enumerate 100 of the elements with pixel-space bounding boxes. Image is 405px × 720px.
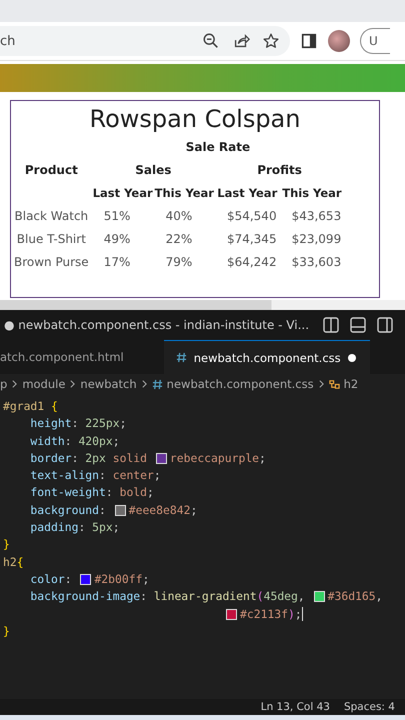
css-value: #eee8e842 bbox=[128, 502, 190, 519]
color-swatch[interactable] bbox=[80, 574, 92, 586]
css-selector: h2 bbox=[3, 554, 17, 571]
css-property: border bbox=[29, 450, 72, 467]
chevron-icon bbox=[11, 379, 18, 389]
punctuation: : bbox=[72, 450, 80, 467]
number-value: 2px bbox=[85, 450, 107, 467]
status-item[interactable]: Ln 13, Col 43 bbox=[260, 701, 330, 713]
breadcrumb-item[interactable]: module bbox=[22, 377, 66, 391]
table-cell-text: $43,653 bbox=[290, 208, 342, 224]
css-property: color bbox=[29, 570, 65, 588]
punctuation: : bbox=[140, 588, 148, 606]
css-property: background-image bbox=[29, 588, 140, 606]
table-cell-text: Black Watch bbox=[14, 208, 90, 224]
css-value: center bbox=[112, 467, 154, 484]
table-cell-text: $54,540 bbox=[226, 208, 278, 224]
table-cell-text: 49% bbox=[102, 230, 132, 248]
column-header: Profits bbox=[256, 162, 303, 178]
punctuation: : bbox=[78, 519, 86, 536]
color-swatch[interactable] bbox=[226, 608, 237, 620]
horizontal-scrollbar[interactable] bbox=[0, 300, 405, 310]
profile-avatar[interactable] bbox=[328, 30, 350, 52]
color-swatch[interactable] bbox=[114, 504, 126, 516]
brace: { bbox=[16, 554, 24, 571]
chevron-icon bbox=[318, 379, 325, 389]
brace: } bbox=[3, 536, 10, 554]
css-value: #c2113f bbox=[240, 606, 288, 623]
css-value: #36d165 bbox=[328, 588, 376, 606]
status-item[interactable]: Spaces: 4 bbox=[344, 701, 395, 713]
number-value: 5px bbox=[92, 519, 113, 536]
css-value: rebeccapurple bbox=[170, 450, 260, 467]
brace: } bbox=[3, 622, 10, 640]
window-title: ● newbatch.component.css - indian-institute - Vi... bbox=[4, 318, 310, 332]
punctuation: ; bbox=[120, 415, 126, 432]
css-property: font-weight bbox=[29, 484, 106, 502]
css-property: text-align bbox=[29, 467, 100, 484]
punctuation: : bbox=[64, 570, 73, 588]
css-property: width bbox=[29, 432, 65, 450]
column-header: Sales bbox=[134, 162, 172, 178]
split-layout-icon[interactable] bbox=[322, 316, 340, 334]
table-cell-text: 22% bbox=[164, 230, 194, 248]
zoom-out-icon[interactable] bbox=[202, 32, 220, 50]
punctuation: : bbox=[106, 484, 114, 502]
punctuation: : bbox=[72, 415, 80, 432]
panel-layout-icon[interactable] bbox=[349, 316, 368, 334]
column-header: Last Year bbox=[216, 184, 278, 202]
punctuation: ; bbox=[190, 502, 198, 519]
parenthesis: ( bbox=[256, 588, 264, 606]
table-cell-text: Brown Purse bbox=[13, 254, 90, 270]
punctuation: : bbox=[99, 502, 107, 519]
address-bar[interactable]: ch bbox=[0, 26, 290, 56]
star-icon[interactable] bbox=[262, 32, 280, 50]
table-cell-text: 79% bbox=[164, 254, 194, 270]
breadcrumb-item[interactable]: p bbox=[0, 377, 8, 391]
column-group-header: Sale Rate bbox=[184, 138, 252, 156]
column-header: This Year bbox=[281, 184, 343, 202]
function-name: linear-gradient bbox=[154, 588, 257, 606]
parenthesis: ) bbox=[288, 606, 295, 623]
punctuation: ; bbox=[154, 467, 161, 484]
table-cell-text: $33,603 bbox=[290, 254, 342, 270]
punctuation: ; bbox=[112, 519, 120, 536]
css-property: background bbox=[29, 502, 100, 519]
page-title: Rowspan Colspan bbox=[90, 105, 300, 133]
profile-button[interactable]: U bbox=[360, 28, 390, 54]
side-panel-icon[interactable] bbox=[300, 32, 318, 50]
share-icon[interactable] bbox=[232, 32, 250, 50]
punctuation: ; bbox=[147, 484, 154, 502]
breadcrumb-item[interactable]: h2 bbox=[344, 377, 358, 391]
color-swatch[interactable] bbox=[314, 591, 325, 602]
table-cell-text: 51% bbox=[102, 208, 132, 224]
punctuation: , bbox=[298, 588, 306, 606]
breadcrumb-item[interactable]: newbatch.component.css bbox=[166, 377, 314, 391]
css-value: bold bbox=[120, 484, 148, 502]
chevron-icon bbox=[140, 379, 148, 389]
table-cell-text: $64,242 bbox=[226, 254, 278, 270]
number-value: 225px bbox=[85, 415, 120, 432]
column-header: Product bbox=[24, 162, 79, 178]
color-swatch[interactable] bbox=[156, 453, 167, 464]
chevron-icon bbox=[69, 379, 76, 389]
table-cell-text: $74,345 bbox=[226, 230, 278, 248]
symbol-icon bbox=[328, 378, 340, 390]
editor-tab[interactable]: newbatch.component.css bbox=[164, 340, 370, 374]
breadcrumb-item[interactable]: newbatch bbox=[80, 377, 137, 391]
table-cell-text: Blue T-Shirt bbox=[16, 230, 87, 248]
css-property: height bbox=[29, 415, 72, 432]
css-file-icon bbox=[152, 378, 163, 390]
css-value: #2b00ff bbox=[94, 570, 142, 588]
column-header: Last Year bbox=[92, 184, 154, 202]
punctuation: ; bbox=[294, 606, 302, 623]
sidebar-layout-icon[interactable] bbox=[376, 316, 394, 334]
css-value: solid bbox=[112, 450, 148, 467]
table-cell-text: $23,099 bbox=[290, 230, 342, 248]
table-cell-text: 40% bbox=[164, 208, 194, 224]
number-value: 45deg bbox=[264, 588, 298, 606]
punctuation: ; bbox=[112, 432, 120, 450]
css-selector: #grad1 bbox=[3, 398, 46, 415]
number-value: 420px bbox=[78, 432, 113, 450]
css-property: padding bbox=[29, 519, 78, 536]
editor-tab[interactable]: atch.component.html bbox=[0, 340, 134, 374]
css-file-icon bbox=[176, 352, 187, 363]
